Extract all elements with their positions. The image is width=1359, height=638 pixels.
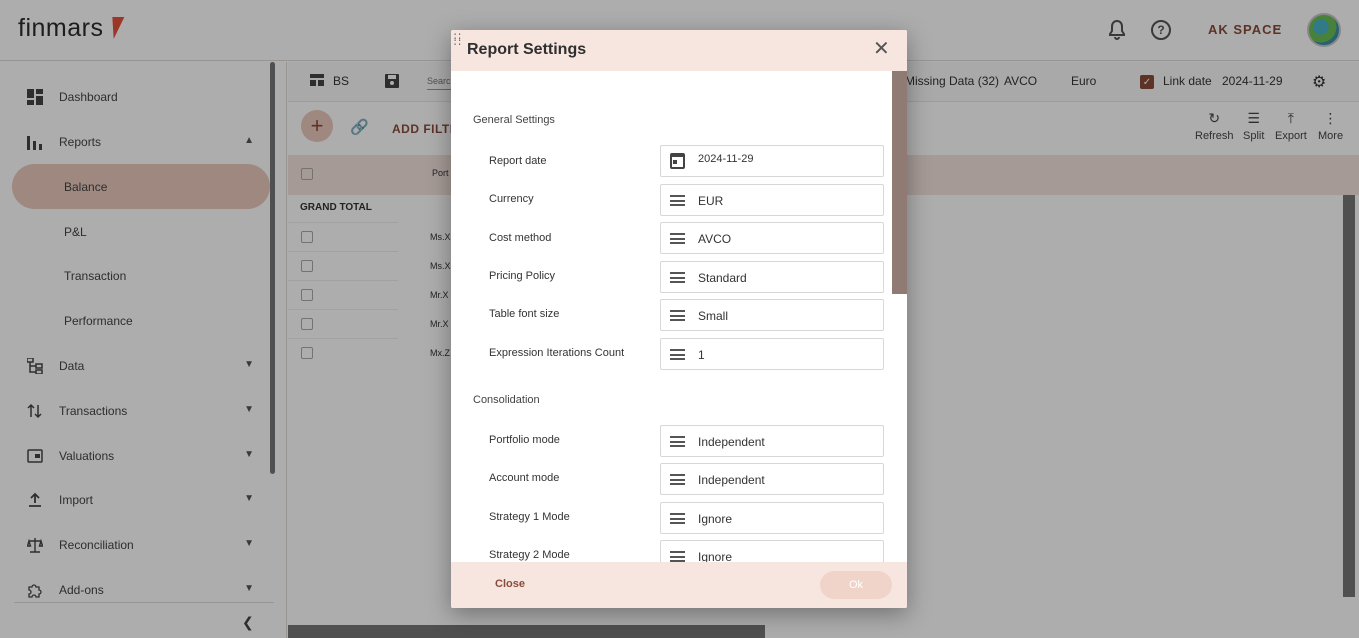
portfolio-mode-field[interactable]: Independent bbox=[660, 425, 884, 457]
pricing-policy-field[interactable]: Standard bbox=[660, 261, 884, 293]
cost-method-value: AVCO bbox=[698, 232, 732, 246]
report-date-value: 2024-11-29 bbox=[698, 153, 754, 165]
account-mode-value: Independent bbox=[698, 473, 765, 487]
table-font-size-field[interactable]: Small bbox=[660, 299, 884, 331]
dialog-body: General Settings Report date 2024-11-29 … bbox=[451, 71, 907, 562]
menu-icon[interactable] bbox=[670, 310, 685, 321]
close-icon[interactable]: ✕ bbox=[873, 39, 890, 59]
table-font-size-label: Table font size bbox=[489, 308, 560, 320]
menu-icon[interactable] bbox=[670, 551, 685, 562]
dialog-scrollbar[interactable] bbox=[892, 71, 907, 294]
portfolio-mode-value: Independent bbox=[698, 435, 765, 449]
strategy-1-mode-label: Strategy 1 Mode bbox=[489, 511, 570, 523]
table-font-size-value: Small bbox=[698, 309, 729, 323]
pricing-policy-value: Standard bbox=[698, 271, 747, 285]
menu-icon[interactable] bbox=[670, 272, 685, 283]
cost-method-field[interactable]: AVCO bbox=[660, 222, 884, 254]
menu-icon[interactable] bbox=[670, 513, 685, 524]
cost-method-label: Cost method bbox=[489, 232, 552, 244]
menu-icon[interactable] bbox=[670, 349, 685, 360]
currency-field[interactable]: EUR bbox=[660, 184, 884, 216]
strategy-2-mode-value: Ignore bbox=[698, 550, 733, 562]
menu-icon[interactable] bbox=[670, 436, 685, 447]
strategy-1-mode-value: Ignore bbox=[698, 512, 733, 526]
portfolio-mode-label: Portfolio mode bbox=[489, 434, 560, 446]
dialog-footer: Close Ok bbox=[451, 562, 907, 608]
report-settings-dialog: ∷ ∷ Report Settings ✕ General Settings Re… bbox=[451, 30, 907, 608]
dialog-title: Report Settings bbox=[467, 41, 587, 58]
account-mode-field[interactable]: Independent bbox=[660, 463, 884, 495]
expression-iterations-value: 1 bbox=[698, 348, 705, 362]
expression-iterations-field[interactable]: 1 bbox=[660, 338, 884, 370]
calendar-icon[interactable] bbox=[670, 153, 685, 169]
close-button[interactable]: Close bbox=[495, 578, 525, 590]
dialog-header: ∷ ∷ Report Settings ✕ bbox=[451, 30, 907, 71]
ok-button[interactable]: Ok bbox=[820, 571, 892, 599]
strategy-1-mode-field[interactable]: Ignore bbox=[660, 502, 884, 534]
currency-value: EUR bbox=[698, 194, 724, 208]
report-date-label: Report date bbox=[489, 155, 547, 167]
report-date-field[interactable]: 2024-11-29 bbox=[660, 145, 884, 177]
strategy-2-mode-label: Strategy 2 Mode bbox=[489, 549, 570, 561]
general-settings-heading: General Settings bbox=[473, 114, 555, 126]
menu-icon[interactable] bbox=[670, 195, 685, 206]
pricing-policy-label: Pricing Policy bbox=[489, 270, 556, 282]
menu-icon[interactable] bbox=[670, 233, 685, 244]
account-mode-label: Account mode bbox=[489, 472, 560, 484]
consolidation-heading: Consolidation bbox=[473, 394, 540, 406]
menu-icon[interactable] bbox=[670, 474, 685, 485]
expression-iterations-label: Expression Iterations Count bbox=[489, 347, 625, 359]
drag-handle-icon[interactable]: ∷ ∷ bbox=[454, 32, 462, 49]
strategy-2-mode-field[interactable]: Ignore bbox=[660, 540, 884, 562]
currency-label: Currency bbox=[489, 193, 534, 205]
